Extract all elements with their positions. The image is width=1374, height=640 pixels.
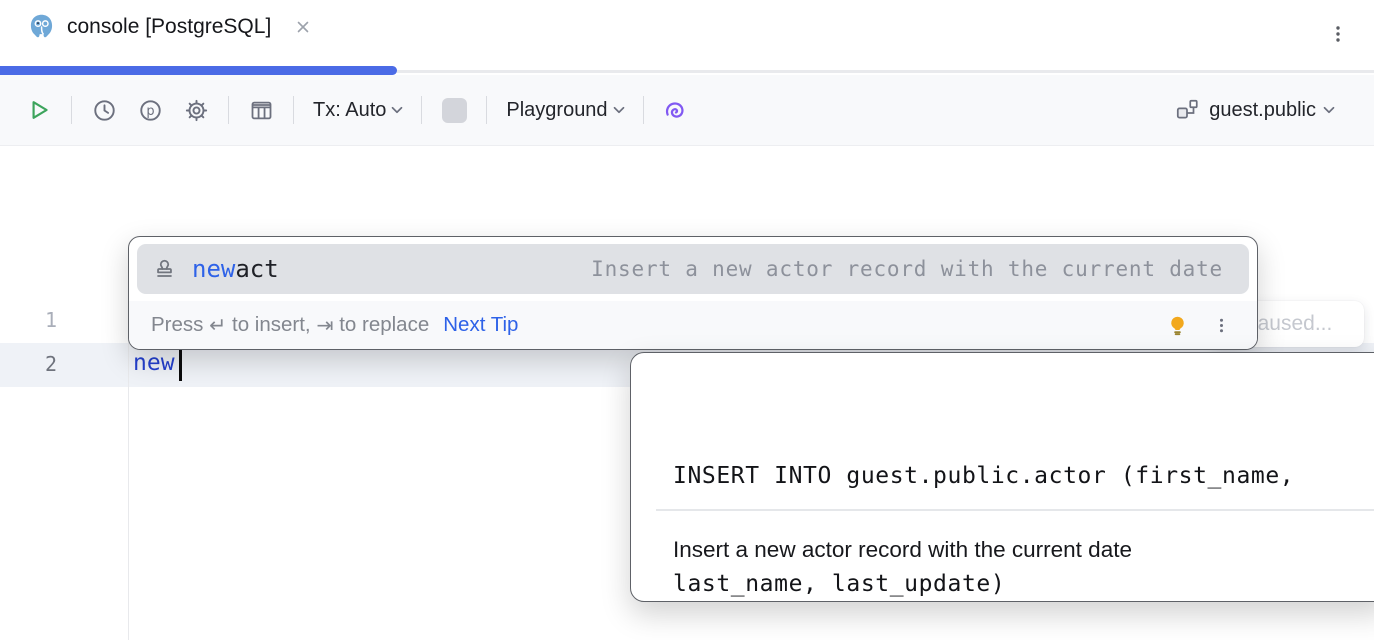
schema-switcher[interactable]: guest.public (1174, 97, 1344, 123)
tx-mode-label[interactable]: Tx: Auto (313, 99, 386, 122)
svg-text:p: p (146, 104, 154, 119)
toolbar-separator (71, 96, 72, 124)
parameters-button[interactable]: p (129, 90, 171, 130)
tab-close-icon[interactable] (295, 19, 311, 35)
tab-console-postgresql[interactable]: console [PostgreSQL] (28, 13, 311, 40)
doc-description: Insert a new actor record with the curre… (673, 537, 1132, 563)
documentation-popup: INSERT INTO guest.public.actor (first_na… (630, 352, 1374, 602)
completion-more-options-icon[interactable] (1212, 316, 1231, 335)
tab-key-icon: ⇥ (316, 313, 333, 337)
toolbar-separator (421, 96, 422, 124)
run-button[interactable] (18, 90, 60, 130)
completion-item-selected[interactable]: newact Insert a new actor record with th… (137, 244, 1249, 294)
line-number-2: 2 (0, 352, 57, 376)
progress-bar-fill (0, 66, 397, 75)
completion-hint-bar: Press ↵ to insert, ⇥ to replace Next Tip (129, 301, 1257, 349)
live-template-stamp-icon (152, 257, 177, 282)
hint-press-label: Press (151, 313, 209, 337)
console-toolbar: p Tx: Auto Playgr (0, 75, 1374, 146)
tab-title: console [PostgreSQL] (67, 15, 271, 39)
line-number-1: 1 (0, 308, 57, 332)
text-caret (179, 347, 182, 381)
doc-code-line: last_name, last_update) (673, 566, 1294, 602)
query-history-button[interactable] (83, 90, 125, 130)
toolbar-separator (486, 96, 487, 124)
tx-mode-chevron-down-icon[interactable] (388, 101, 406, 119)
editor-tab-bar: console [PostgreSQL] (0, 0, 1374, 66)
completion-match-prefix: new (192, 255, 235, 283)
doc-divider (656, 509, 1374, 511)
enter-key-icon: ↵ (209, 313, 226, 337)
stop-button-disabled (433, 90, 475, 130)
schema-chevron-down-icon (1320, 101, 1338, 119)
playground-chevron-down-icon[interactable] (610, 101, 628, 119)
doc-code-line: INSERT INTO guest.public.actor (first_na… (673, 458, 1294, 494)
toolbar-separator (228, 96, 229, 124)
stop-square-icon (442, 98, 467, 123)
table-view-button[interactable] (240, 90, 282, 130)
next-tip-link[interactable]: Next Tip (443, 313, 518, 337)
ide-window: console [PostgreSQL] (0, 0, 1374, 640)
hint-insert-label: to insert, (226, 313, 316, 337)
hint-replace-label: to replace (334, 313, 430, 337)
doc-code-block: INSERT INTO guest.public.actor (first_na… (673, 386, 1294, 640)
lightbulb-icon[interactable] (1165, 313, 1190, 338)
playground-mode-label[interactable]: Playground (506, 99, 607, 122)
settings-gear-icon[interactable] (175, 90, 217, 130)
window-more-options-icon[interactable] (1328, 24, 1348, 44)
schema-label: guest.public (1209, 99, 1316, 122)
toolbar-separator (643, 96, 644, 124)
completion-rest: act (235, 255, 278, 283)
editor-typed-text: new (133, 350, 175, 376)
postgresql-elephant-icon (28, 13, 55, 40)
completion-popup: newact Insert a new actor record with th… (128, 236, 1258, 350)
session-swirl-icon[interactable] (655, 90, 697, 130)
completion-item-name: newact (192, 255, 279, 283)
completion-item-description: Insert a new actor record with the curre… (591, 257, 1223, 281)
schema-icon (1174, 97, 1200, 123)
toolbar-separator (293, 96, 294, 124)
